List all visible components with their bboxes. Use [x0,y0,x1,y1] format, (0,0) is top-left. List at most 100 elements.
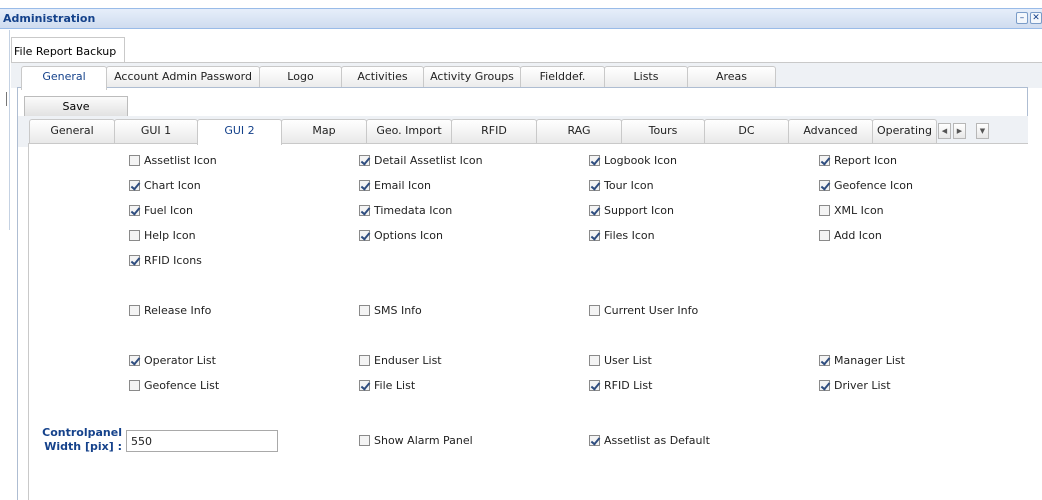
checkbox-box[interactable] [589,179,601,191]
tab-rag[interactable]: RAG [536,119,622,144]
rfid-list-checkbox[interactable]: RFID List [589,377,652,393]
assetlist-icon-checkbox[interactable]: Assetlist Icon [129,152,217,168]
checkbox-label: Assetlist Icon [144,153,217,167]
checkbox-box[interactable] [819,354,831,366]
checkbox-box[interactable] [129,179,141,191]
detail-assetlist-icon-checkbox[interactable]: Detail Assetlist Icon [359,152,483,168]
checkbox-box[interactable] [129,204,141,216]
xml-icon-checkbox[interactable]: XML Icon [819,202,884,218]
tab-account-admin-password[interactable]: Account Admin Password [106,66,260,89]
sms-info-checkbox[interactable]: SMS Info [359,302,422,318]
tab-menu-icon[interactable]: ▼ [976,123,989,139]
files-icon-checkbox[interactable]: Files Icon [589,227,655,243]
tab-advanced[interactable]: Advanced [788,119,873,144]
assetlist-as-default-checkbox[interactable]: Assetlist as Default [589,432,710,448]
checkbox-box[interactable] [129,254,141,266]
current-user-info-checkbox[interactable]: Current User Info [589,302,698,318]
checkbox-box[interactable] [359,354,370,366]
tab-geo-import[interactable]: Geo. Import [366,119,452,144]
help-icon-checkbox[interactable]: Help Icon [129,227,196,243]
checkbox-label: Operator List [144,353,216,367]
tab-dc[interactable]: DC [704,119,789,144]
checkbox-box[interactable] [589,304,600,316]
chart-icon-checkbox[interactable]: Chart Icon [129,177,201,193]
tab-logo[interactable]: Logo [259,66,342,89]
checkbox-box[interactable] [129,354,141,366]
checkbox-box[interactable] [589,204,601,216]
checkbox-box[interactable] [819,229,830,241]
show-alarm-panel-checkbox[interactable]: Show Alarm Panel [359,432,473,448]
geofence-icon-checkbox[interactable]: Geofence Icon [819,177,913,193]
checkbox-label: Enduser List [374,353,442,367]
checkbox-label: Show Alarm Panel [374,433,473,447]
checkbox-box[interactable] [129,154,140,166]
checkbox-box[interactable] [359,434,370,446]
checkbox-box[interactable] [589,379,601,391]
email-icon-checkbox[interactable]: Email Icon [359,177,431,193]
tab-gui-1[interactable]: GUI 1 [114,119,198,144]
checkbox-label: Logbook Icon [604,153,677,167]
checkbox-box[interactable] [359,179,371,191]
checkbox-label: Options Icon [374,228,443,242]
checkbox-box[interactable] [589,154,601,166]
checkbox-box[interactable] [589,434,601,446]
tab-activities[interactable]: Activities [341,66,424,89]
checkbox-box[interactable] [359,154,371,166]
enduser-list-checkbox[interactable]: Enduser List [359,352,442,368]
controlpanel-label-line2: Width [pix] : [44,440,122,453]
file-list-checkbox[interactable]: File List [359,377,415,393]
timedata-icon-checkbox[interactable]: Timedata Icon [359,202,452,218]
minimize-icon[interactable]: – [1016,12,1028,24]
tab-general-sub[interactable]: General [29,119,115,144]
checkbox-box[interactable] [359,204,371,216]
checkbox-box[interactable] [819,154,831,166]
support-icon-checkbox[interactable]: Support Icon [589,202,674,218]
tab-areas[interactable]: Areas [687,66,776,89]
tab-lists[interactable]: Lists [604,66,688,89]
tab-file-report-backup[interactable]: File Report Backup [11,37,125,63]
tab-operating[interactable]: Operating [872,119,937,144]
driver-list-checkbox[interactable]: Driver List [819,377,891,393]
checkbox-box[interactable] [359,379,371,391]
controlpanel-width-input[interactable] [126,430,278,452]
report-icon-checkbox[interactable]: Report Icon [819,152,897,168]
user-list-checkbox[interactable]: User List [589,352,652,368]
geofence-list-checkbox[interactable]: Geofence List [129,377,219,393]
add-icon-checkbox[interactable]: Add Icon [819,227,882,243]
checkbox-box[interactable] [129,304,140,316]
checkbox-box[interactable] [819,179,831,191]
tab-rfid[interactable]: RFID [451,119,537,144]
fuel-icon-checkbox[interactable]: Fuel Icon [129,202,193,218]
tab-general[interactable]: General [21,66,107,90]
save-button[interactable]: Save [24,96,128,117]
options-icon-checkbox[interactable]: Options Icon [359,227,443,243]
scroll-right-icon[interactable]: ▶ [953,123,966,139]
logbook-icon-checkbox[interactable]: Logbook Icon [589,152,677,168]
checkbox-box[interactable] [359,304,370,316]
rfid-icons-checkbox[interactable]: RFID Icons [129,252,202,268]
tab-gui-2[interactable]: GUI 2 [197,119,282,145]
checkbox-box[interactable] [129,229,140,241]
release-info-checkbox[interactable]: Release Info [129,302,211,318]
checkbox-label: XML Icon [834,203,884,217]
checkbox-label: Tour Icon [604,178,654,192]
tab-tours[interactable]: Tours [621,119,705,144]
manager-list-checkbox[interactable]: Manager List [819,352,905,368]
checkbox-label: Help Icon [144,228,196,242]
operator-list-checkbox[interactable]: Operator List [129,352,216,368]
tour-icon-checkbox[interactable]: Tour Icon [589,177,654,193]
tab-map[interactable]: Map [281,119,367,144]
checkbox-box[interactable] [359,229,371,241]
checkbox-box[interactable] [819,204,830,216]
checkbox-box[interactable] [589,229,601,241]
checkbox-box[interactable] [819,379,831,391]
scroll-left-icon[interactable]: ◀ [938,123,951,139]
checkbox-box[interactable] [129,379,140,391]
tab-fielddef[interactable]: Fielddef. [520,66,605,89]
checkbox-label: Chart Icon [144,178,201,192]
checkbox-label: Release Info [144,303,212,317]
window-title: Administration [3,12,96,25]
tab-activity-groups[interactable]: Activity Groups [423,66,521,89]
close-icon[interactable]: ✕ [1030,12,1042,24]
checkbox-box[interactable] [589,354,600,366]
